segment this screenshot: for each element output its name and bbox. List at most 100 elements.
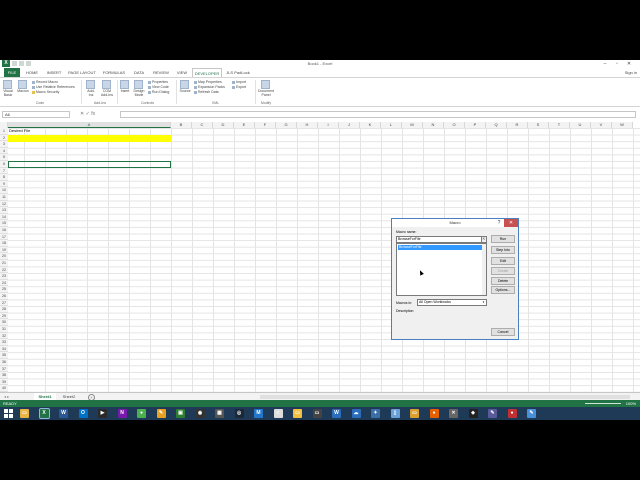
row-header[interactable]: 33 (0, 339, 8, 346)
macro-list-scrollbar[interactable] (482, 244, 486, 295)
cancel-button[interactable]: Cancel (491, 328, 515, 336)
row-header[interactable]: 32 (0, 332, 8, 340)
row-header[interactable]: 25 (0, 286, 8, 293)
row-header[interactable]: 24 (0, 279, 8, 287)
row-header[interactable]: 22 (0, 266, 8, 274)
tab-review[interactable]: REVIEW (150, 68, 172, 77)
step-into-button[interactable]: Step Into (491, 246, 515, 254)
add-ins-button[interactable]: Add-Ins (85, 80, 97, 97)
worksheet-grid[interactable]: ABCDEFGHIJKLMNOPQRSTUVW 1 2 3 4 5 6 7 8 9 10 11 12 1… (0, 122, 640, 392)
import-button[interactable]: Import (232, 80, 246, 84)
row-header[interactable]: 2 (0, 134, 8, 142)
row-header[interactable]: 27 (0, 299, 8, 307)
delete-button[interactable]: Delete (491, 277, 515, 285)
tab-formulas[interactable]: FORMULAS (100, 68, 128, 77)
row-header[interactable]: 20 (0, 253, 8, 260)
row-header[interactable]: 18 (0, 240, 8, 247)
row-header[interactable]: 7 (0, 167, 8, 175)
zoom-level[interactable]: 100% (626, 400, 636, 407)
folder2-icon[interactable]: ▭ (410, 409, 419, 418)
metro-icon[interactable]: M (254, 409, 263, 418)
app-icon[interactable]: W (332, 409, 341, 418)
cell-a1[interactable]: Desired File (9, 128, 169, 134)
enter-icon[interactable]: ✓ (86, 111, 90, 117)
cells-area[interactable] (8, 128, 640, 392)
display-icon[interactable]: ▭ (312, 409, 322, 418)
steam-icon[interactable]: ◎ (234, 409, 244, 418)
row-header[interactable]: 29 (0, 312, 8, 320)
macro-list-item[interactable]: BrowseForFile (398, 245, 484, 250)
macros-in-select[interactable]: All Open Workbooks ▾ (417, 299, 487, 306)
explorer-icon[interactable]: ▭ (293, 409, 302, 418)
sheet-tab-sheet2[interactable]: Sheet2 (58, 393, 80, 400)
word-icon[interactable]: W (59, 409, 68, 418)
formula-input[interactable] (120, 111, 636, 118)
relative-references-button[interactable]: Use Relative References (32, 85, 75, 89)
window-icon[interactable]: ▯ (390, 409, 400, 418)
row-header[interactable]: 13 (0, 207, 8, 214)
row-header[interactable]: 5 (0, 154, 8, 161)
run-dialog-button[interactable]: Run Dialog (148, 90, 169, 94)
insert-function-icon[interactable]: fx (91, 111, 95, 117)
row-header[interactable]: 11 (0, 194, 8, 201)
outlook-icon[interactable]: O (78, 409, 88, 418)
start-button[interactable] (4, 409, 13, 418)
design-mode-button[interactable]: Design Mode (132, 80, 146, 97)
view-code-button[interactable]: View Code (148, 85, 169, 89)
camtasia-icon[interactable]: ▣ (176, 409, 185, 418)
chrome-icon[interactable]: ● (137, 409, 146, 418)
ref-picker-icon[interactable]: ⇱ (481, 236, 487, 243)
export-button[interactable]: Export (232, 85, 246, 89)
restore-icon[interactable]: ▫ (612, 60, 622, 68)
folder-icon[interactable]: ▭ (20, 409, 29, 418)
row-header[interactable]: 21 (0, 260, 8, 267)
tab-data[interactable]: DATA (130, 68, 148, 77)
redo-icon[interactable] (26, 61, 31, 66)
row-header[interactable]: 3 (0, 141, 8, 148)
row-header[interactable]: 26 (0, 293, 8, 300)
row-header[interactable]: 34 (0, 345, 8, 353)
editor-icon[interactable]: ✎ (488, 409, 497, 418)
network-icon[interactable]: ☁ (351, 409, 361, 418)
tab-jls-padlock[interactable]: JLS PadLock (224, 68, 252, 77)
record-macro-button[interactable]: Record Macro (32, 80, 58, 84)
onenote-icon[interactable]: N (117, 409, 127, 418)
settings-icon[interactable]: ✦ (371, 409, 380, 418)
zoom-slider[interactable] (585, 403, 621, 404)
firefox-icon[interactable]: ● (429, 409, 439, 418)
insert-control-button[interactable]: Insert (120, 80, 130, 93)
name-box[interactable]: A6 (2, 111, 70, 118)
notepad-icon[interactable]: ≡ (273, 409, 283, 418)
tool-icon[interactable]: ✕ (449, 409, 458, 418)
tab-view[interactable]: VIEW (174, 68, 190, 77)
create-button[interactable]: Create (491, 267, 515, 275)
selected-cell-a6[interactable] (8, 161, 171, 168)
row-header[interactable]: 10 (0, 187, 8, 194)
edit-button[interactable]: Edit (491, 257, 515, 265)
row-header[interactable]: 17 (0, 233, 8, 241)
row-header[interactable]: 12 (0, 200, 8, 208)
paint2-icon[interactable]: ✎ (527, 409, 536, 418)
row-header[interactable]: 35 (0, 352, 8, 359)
close-icon[interactable]: ✕ (624, 60, 634, 68)
sheet-nav-icons[interactable]: ◂ ▸ (4, 393, 9, 400)
macro-security-button[interactable]: Macro Security (32, 90, 59, 94)
recorder-icon[interactable]: ◉ (195, 409, 205, 418)
row-header[interactable]: 39 (0, 378, 8, 386)
macro-name-input[interactable]: BrowseForFile (396, 236, 482, 243)
row-header[interactable]: 31 (0, 326, 8, 333)
row-header[interactable]: 23 (0, 273, 8, 280)
row-header[interactable]: 16 (0, 227, 8, 234)
visual-basic-button[interactable]: Visual Basic (3, 80, 13, 97)
properties-button[interactable]: Properties (148, 80, 168, 84)
calculator-icon[interactable]: ▦ (215, 409, 224, 418)
paint-icon[interactable]: ✎ (156, 409, 166, 418)
vba-icon[interactable]: ◈ (468, 409, 478, 418)
row-header[interactable]: 19 (0, 246, 8, 254)
row-header[interactable]: 8 (0, 174, 8, 181)
macros-button[interactable]: Macros (17, 80, 29, 93)
horizontal-scrollbar[interactable] (260, 395, 630, 399)
run-button[interactable]: Run (491, 235, 515, 243)
row-header[interactable]: 14 (0, 213, 8, 221)
row-header[interactable]: 38 (0, 372, 8, 379)
